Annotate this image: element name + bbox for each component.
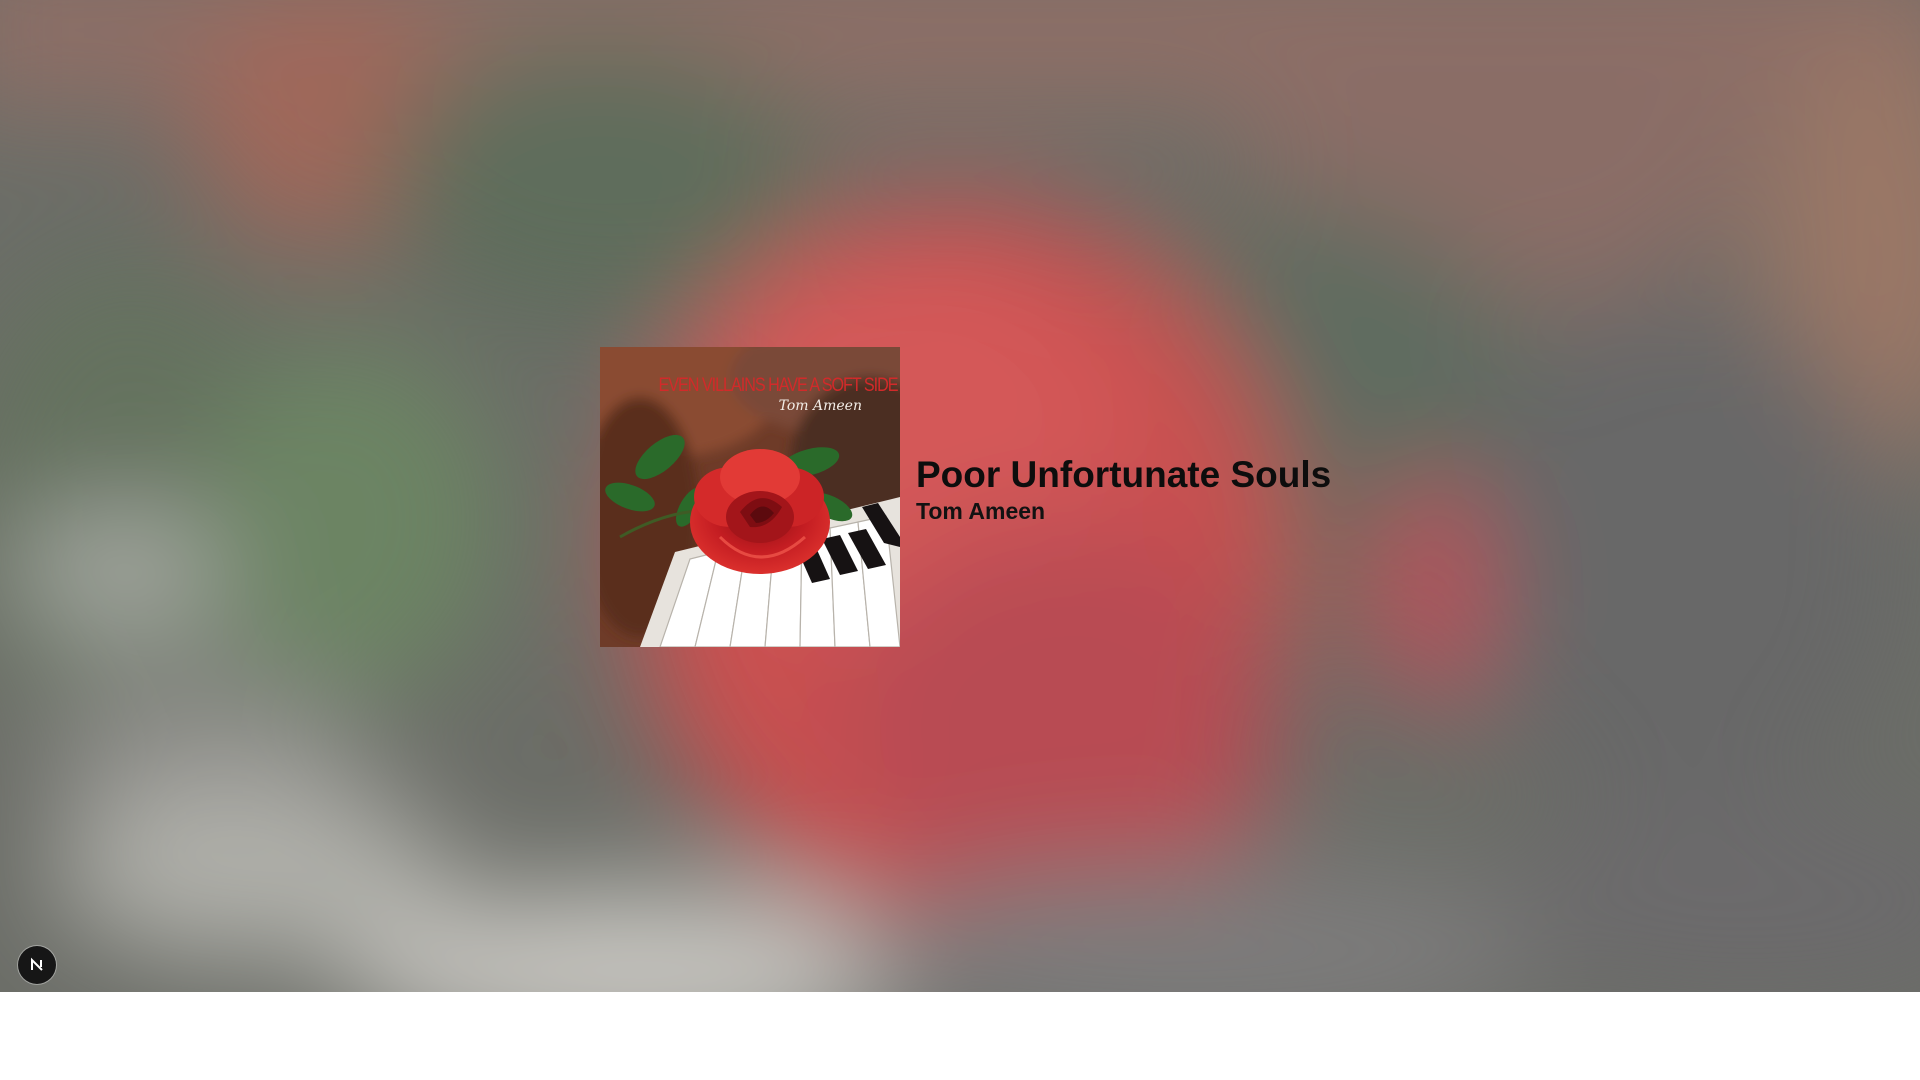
track-title: Poor Unfortunate Souls: [916, 454, 1332, 496]
nextjs-dev-badge[interactable]: [18, 946, 56, 984]
track-meta: Poor Unfortunate Souls Tom Ameen: [916, 454, 1332, 525]
track-artist[interactable]: Tom Ameen: [916, 498, 1331, 525]
album-cover-title: EVEN VILLAINS HAVE A SOFT SIDE: [658, 375, 899, 396]
album-cover[interactable]: EVEN VILLAINS HAVE A SOFT SIDE Tom Ameen: [600, 347, 900, 647]
nextjs-logo-icon: [31, 957, 43, 971]
album-cover-artist: Tom Ameen: [778, 398, 862, 414]
now-playing-card: EVEN VILLAINS HAVE A SOFT SIDE Tom Ameen…: [600, 347, 1331, 647]
